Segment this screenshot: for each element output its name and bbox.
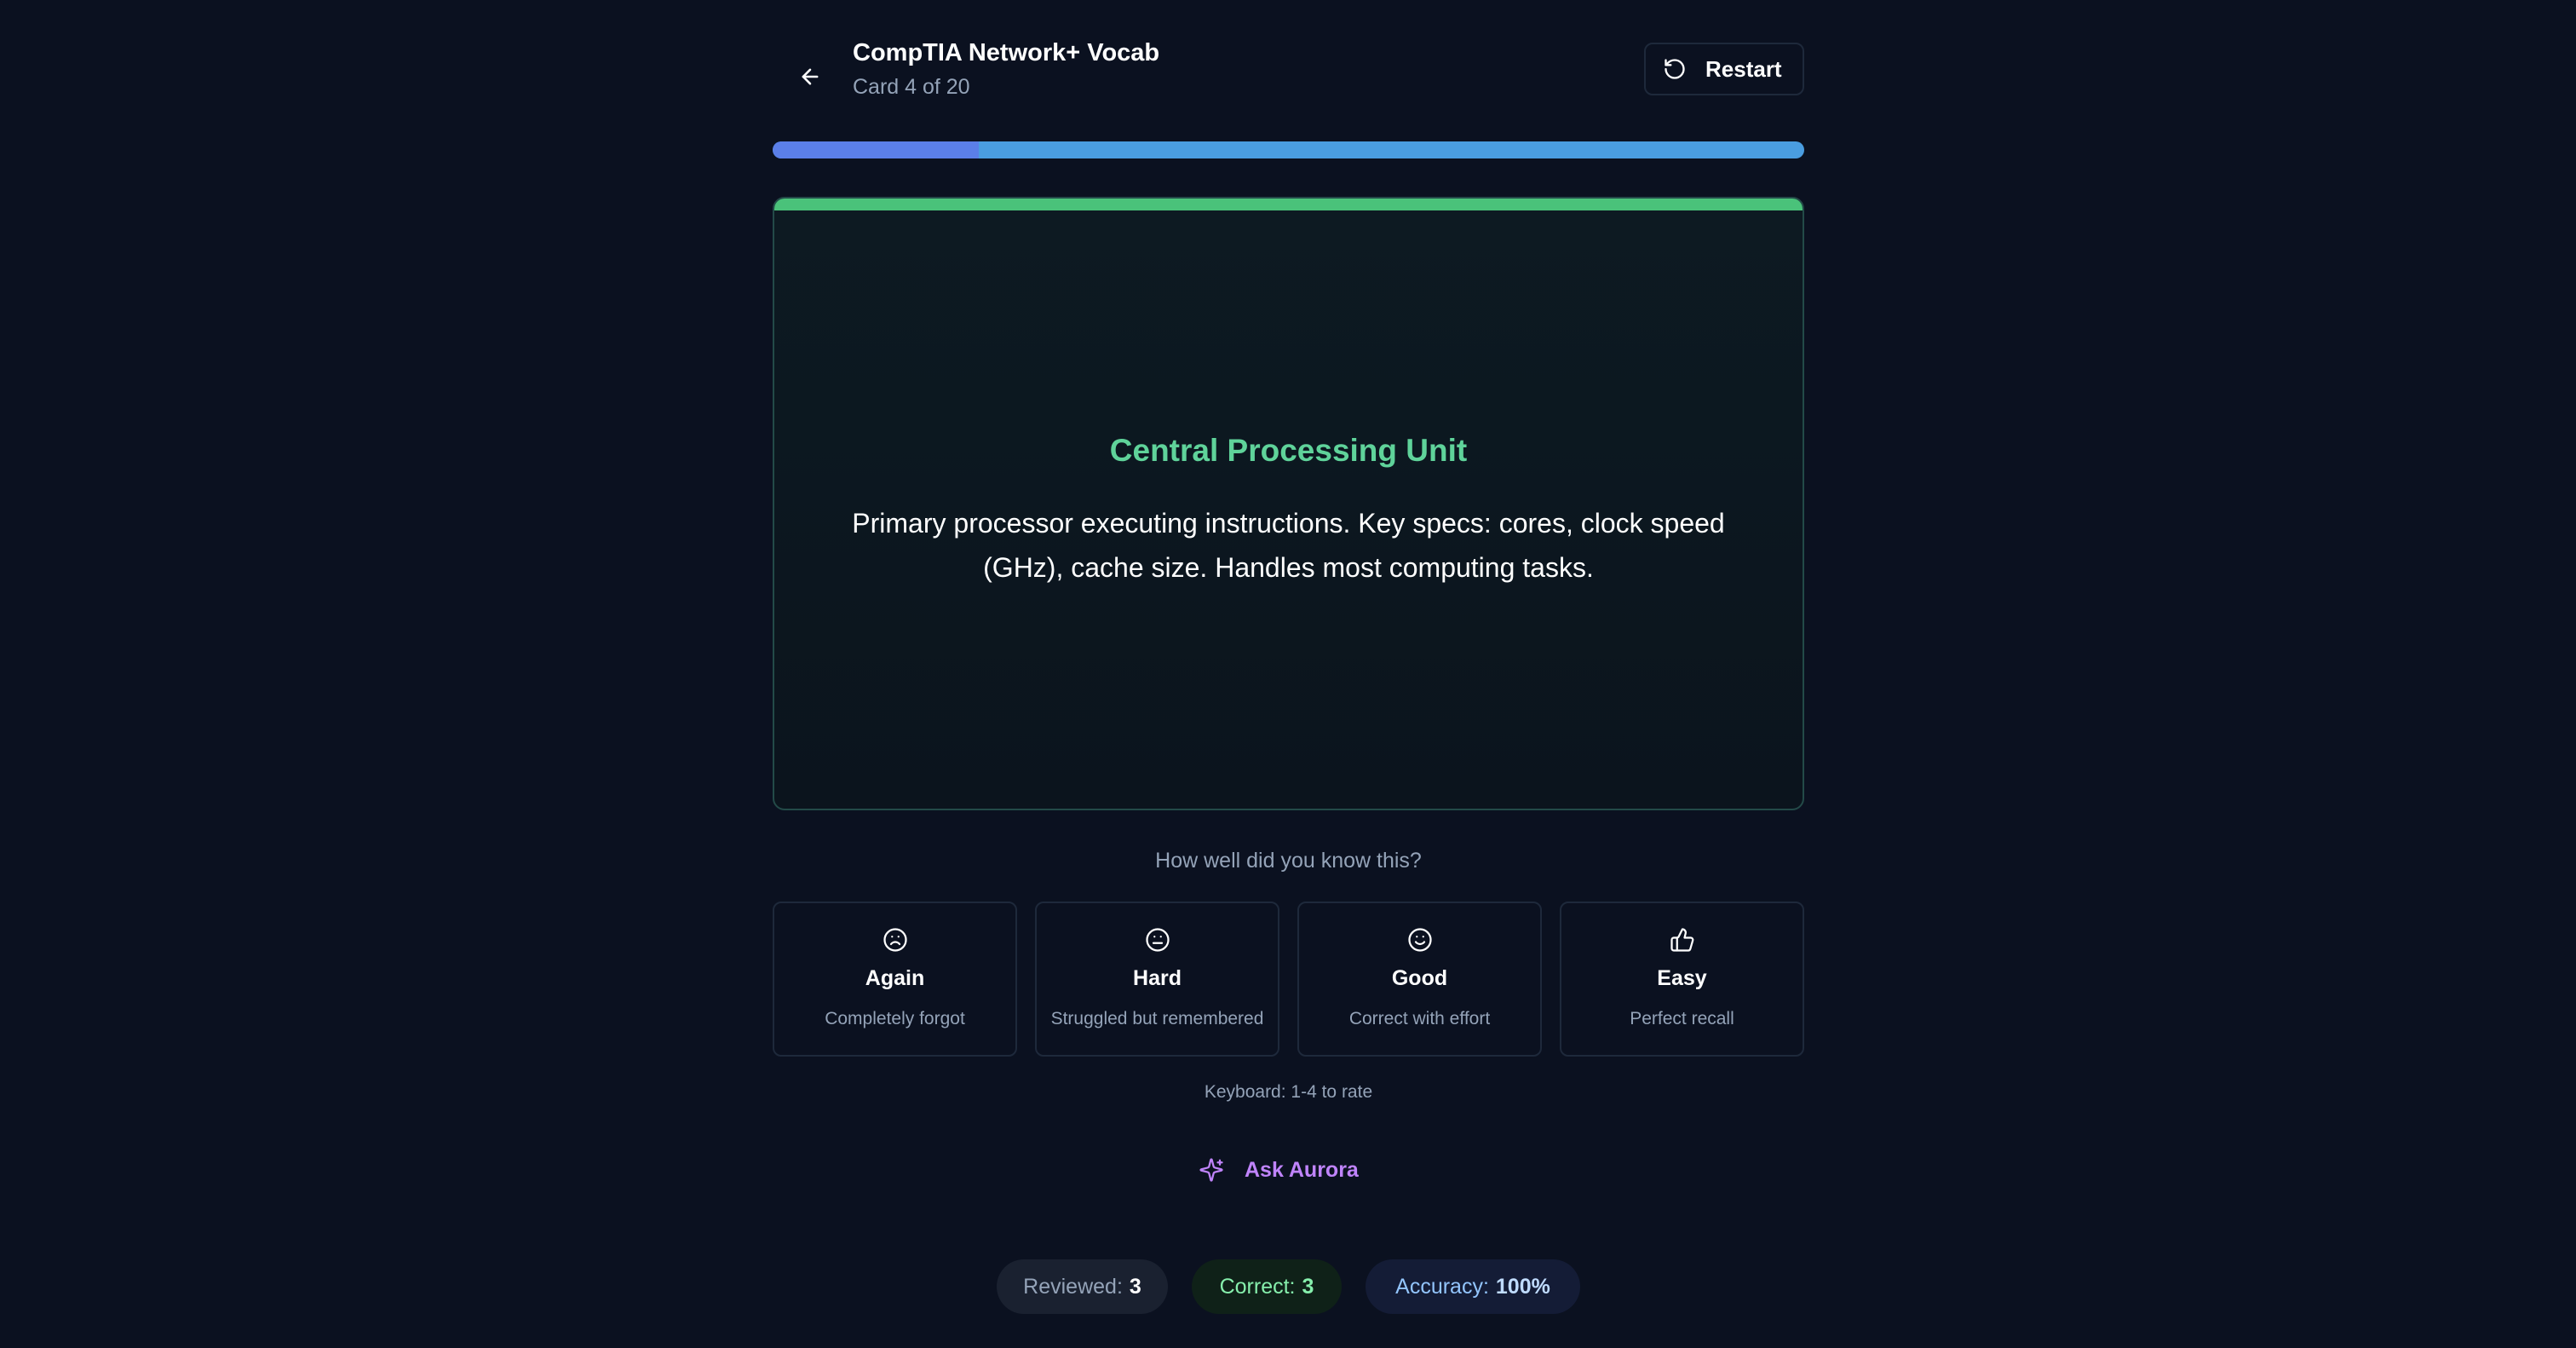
ask-aurora-label: Ask Aurora — [1245, 1157, 1359, 1182]
reviewed-label: Reviewed: — [1023, 1274, 1123, 1299]
sparkles-icon — [1199, 1158, 1223, 1182]
flashcard-study-page: CompTIA Network+ Vocab Card 4 of 20 Rest… — [0, 0, 2576, 1348]
rating-description: Struggled but remembered — [1050, 1009, 1264, 1028]
rotate-ccw-icon — [1665, 59, 1685, 79]
card-accent-bar — [774, 199, 1803, 210]
progress-fill — [773, 141, 980, 158]
reviewed-stat: Reviewed: 3 — [997, 1259, 1168, 1314]
correct-value: 3 — [1302, 1274, 1314, 1299]
accuracy-label: Accuracy: — [1395, 1274, 1489, 1299]
meh-icon — [1145, 928, 1170, 952]
arrow-left-icon — [802, 68, 819, 85]
rating-label: Easy — [1657, 966, 1707, 990]
progress-bar — [773, 141, 1804, 158]
rating-buttons: Again Completely forgot Hard Struggled b… — [773, 902, 1804, 1057]
session-stats: Reviewed: 3 Correct: 3 Accuracy: 100% — [773, 1259, 1804, 1314]
flashcard[interactable]: Central Processing Unit Primary processo… — [773, 197, 1804, 810]
rating-label: Hard — [1133, 966, 1182, 990]
rating-description: Completely forgot — [825, 1009, 965, 1028]
rating-good-button[interactable]: Good Correct with effort — [1297, 902, 1542, 1057]
correct-stat: Correct: 3 — [1192, 1259, 1342, 1314]
rating-prompt: How well did you know this? — [1155, 849, 1422, 873]
smile-icon — [1407, 928, 1432, 952]
keyboard-hint: Keyboard: 1-4 to rate — [1204, 1082, 1373, 1102]
rating-description: Correct with effort — [1348, 1009, 1491, 1028]
rating-easy-button[interactable]: Easy Perfect recall — [1560, 902, 1804, 1057]
thumbs-up-icon — [1670, 928, 1693, 952]
accuracy-stat: Accuracy: 100% — [1366, 1259, 1580, 1314]
rating-again-button[interactable]: Again Completely forgot — [773, 902, 1017, 1057]
rating-hard-button[interactable]: Hard Struggled but remembered — [1035, 902, 1279, 1057]
restart-label: Restart — [1705, 55, 1782, 82]
deck-title: CompTIA Network+ Vocab — [853, 39, 1160, 66]
frown-icon — [883, 928, 907, 952]
card-counter: Card 4 of 20 — [853, 75, 970, 99]
card-term: Central Processing Unit — [1109, 433, 1468, 468]
reviewed-value: 3 — [1129, 1274, 1141, 1299]
correct-label: Correct: — [1219, 1274, 1296, 1299]
restart-button[interactable]: Restart — [1644, 43, 1804, 95]
header: CompTIA Network+ Vocab Card 4 of 20 Rest… — [773, 37, 1804, 106]
ask-aurora-button[interactable]: Ask Aurora — [1199, 1152, 1359, 1188]
rating-label: Good — [1391, 966, 1448, 990]
card-definition: Primary processor executing instructions… — [852, 508, 1725, 583]
accuracy-value: 100% — [1495, 1274, 1550, 1299]
rating-label: Again — [865, 966, 925, 990]
back-button[interactable] — [783, 49, 837, 104]
rating-description: Perfect recall — [1630, 1009, 1734, 1028]
